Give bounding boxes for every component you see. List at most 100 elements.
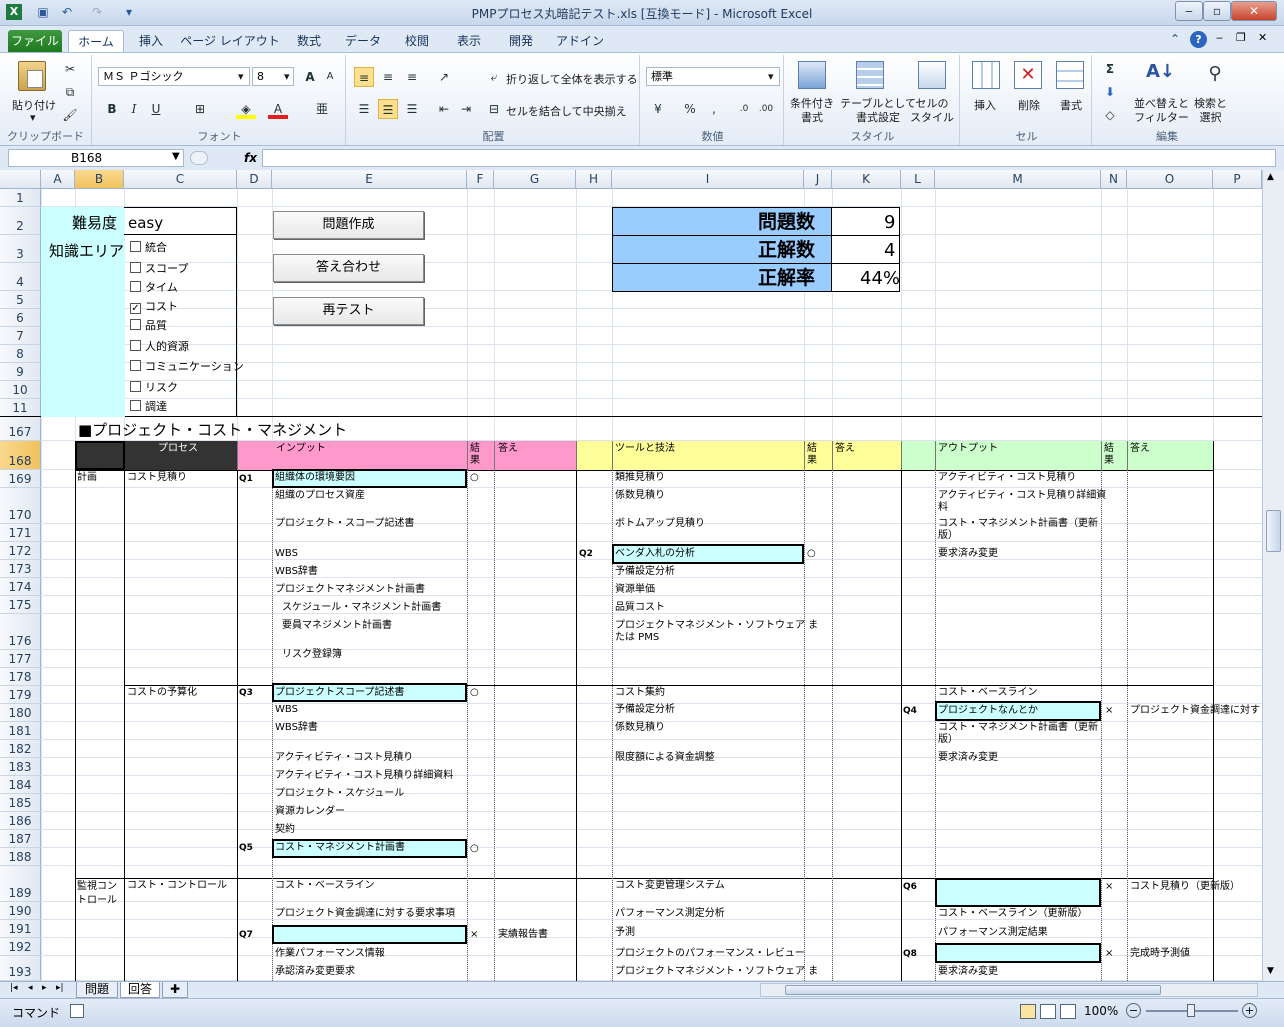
- clear-icon[interactable]: ◇: [1100, 105, 1120, 125]
- insert-function-icon[interactable]: fx: [244, 149, 262, 167]
- formula-input[interactable]: [262, 149, 1276, 167]
- zoom-level[interactable]: 100%: [1084, 1004, 1118, 1018]
- column-header[interactable]: O: [1127, 170, 1213, 189]
- format-cells-icon[interactable]: [1056, 61, 1084, 89]
- column-header[interactable]: K: [832, 170, 901, 189]
- row-header[interactable]: 179: [0, 686, 41, 704]
- number-format-dropdown-icon[interactable]: ▾: [768, 70, 774, 83]
- checkbox-icon[interactable]: [130, 241, 141, 252]
- vertical-scrollbar[interactable]: ▲ ▼: [1262, 170, 1284, 981]
- zoom-out-icon[interactable]: −: [1126, 1003, 1141, 1018]
- row-header[interactable]: 9: [0, 363, 41, 381]
- percent-icon[interactable]: %: [680, 99, 700, 119]
- row-header[interactable]: 168: [0, 441, 41, 470]
- font-name-select[interactable]: ＭＳ Ｐゴシック: [98, 67, 250, 86]
- row-header[interactable]: 180: [0, 704, 41, 722]
- increase-indent-icon[interactable]: ⇥: [456, 99, 476, 119]
- merge-center-button[interactable]: セルを結合して中央揃え: [506, 103, 627, 119]
- answer-box-q7[interactable]: [272, 925, 467, 944]
- format-as-table-icon[interactable]: [856, 61, 884, 89]
- column-header[interactable]: J: [804, 170, 832, 189]
- row-header[interactable]: 10: [0, 381, 41, 399]
- row-header[interactable]: 175: [0, 596, 41, 614]
- area-checkbox-1[interactable]: スコープ: [130, 262, 188, 275]
- check-answer-button[interactable]: 答え合わせ: [273, 254, 424, 282]
- increase-decimal-icon[interactable]: .0: [734, 99, 754, 119]
- row-header[interactable]: 188: [0, 848, 41, 866]
- italic-icon[interactable]: I: [124, 99, 144, 119]
- help-icon[interactable]: ?: [1190, 31, 1207, 48]
- scroll-up-arrow[interactable]: ▲: [1267, 172, 1274, 182]
- decrease-decimal-icon[interactable]: .00: [756, 99, 776, 119]
- column-header[interactable]: B: [75, 170, 124, 189]
- tab-data[interactable]: データ: [338, 30, 388, 52]
- close-button[interactable]: ✕: [1231, 1, 1277, 21]
- scroll-thumb[interactable]: [1266, 510, 1281, 552]
- insert-cells-button[interactable]: 挿入: [974, 97, 996, 113]
- workbook-restore-icon[interactable]: ❐: [1236, 31, 1246, 44]
- fill-icon[interactable]: ⬇: [1100, 82, 1120, 102]
- currency-icon[interactable]: ¥: [648, 99, 668, 119]
- checkbox-icon[interactable]: [130, 262, 141, 273]
- wrap-text-icon[interactable]: ⤶: [484, 67, 504, 87]
- row-header[interactable]: 171: [0, 524, 41, 542]
- row-header[interactable]: 178: [0, 668, 41, 686]
- autosum-icon[interactable]: Σ: [1100, 59, 1120, 79]
- row-header[interactable]: 184: [0, 776, 41, 794]
- row-header[interactable]: 185: [0, 794, 41, 812]
- create-question-button[interactable]: 問題作成: [273, 211, 424, 239]
- fill-color-icon[interactable]: ◈: [236, 99, 256, 119]
- format-cells-button[interactable]: 書式: [1060, 97, 1082, 113]
- font-name-dropdown-icon[interactable]: ▾: [238, 70, 244, 83]
- minimize-button[interactable]: ‒: [1175, 1, 1203, 21]
- minimize-ribbon-icon[interactable]: ⌃: [1170, 32, 1180, 46]
- first-sheet-icon[interactable]: |◂: [10, 983, 18, 993]
- row-header[interactable]: 11: [0, 399, 41, 417]
- tab-formulas[interactable]: 数式: [286, 30, 332, 52]
- area-checkbox-7[interactable]: リスク: [130, 381, 178, 394]
- tab-home[interactable]: ホーム: [68, 30, 124, 52]
- workbook-close-icon[interactable]: ✕: [1258, 31, 1267, 44]
- find-select-icon[interactable]: ⚲: [1202, 63, 1228, 89]
- column-header[interactable]: G: [494, 170, 576, 189]
- align-middle-icon[interactable]: ≡: [378, 67, 398, 87]
- format-as-table-button[interactable]: テーブルとして 書式設定: [840, 97, 916, 125]
- font-color-icon[interactable]: A: [268, 99, 288, 119]
- column-header[interactable]: C: [124, 170, 237, 189]
- align-left-icon[interactable]: ☰: [354, 99, 374, 119]
- column-header[interactable]: F: [467, 170, 494, 189]
- page-break-view-icon[interactable]: [1060, 1004, 1076, 1019]
- paste-icon[interactable]: [18, 61, 46, 91]
- name-box-dropdown-icon[interactable]: ▼: [172, 151, 180, 162]
- column-header[interactable]: M: [935, 170, 1101, 189]
- area-checkbox-0[interactable]: 統合: [130, 241, 167, 254]
- row-header[interactable]: 172: [0, 542, 41, 560]
- row-header[interactable]: 176: [0, 614, 41, 650]
- sheet-tab-kaitou[interactable]: 回答: [120, 982, 160, 998]
- font-size-dropdown-icon[interactable]: ▾: [284, 70, 290, 83]
- row-header[interactable]: 173: [0, 560, 41, 578]
- row-header[interactable]: 182: [0, 740, 41, 758]
- row-header[interactable]: 193: [0, 956, 41, 981]
- worksheet-grid[interactable]: ABCDEFGHIJKLMNOP 1 2 3 4 5 6 7 8 9 10 11 167 168 169 1…: [0, 170, 1262, 981]
- column-header[interactable]: P: [1213, 170, 1262, 189]
- paste-dropdown-icon[interactable]: ▾: [30, 111, 36, 124]
- row-header[interactable]: 192: [0, 938, 41, 956]
- zoom-in-icon[interactable]: +: [1242, 1003, 1257, 1018]
- scroll-down-arrow[interactable]: ▼: [1267, 966, 1274, 976]
- row-header[interactable]: 6: [0, 309, 41, 327]
- insert-cells-icon[interactable]: [972, 61, 1000, 89]
- cut-icon[interactable]: ✂: [60, 59, 80, 79]
- tab-file[interactable]: ファイル: [8, 30, 62, 52]
- shrink-font-icon[interactable]: A: [320, 67, 340, 87]
- align-center-icon[interactable]: ☰: [378, 99, 398, 119]
- orientation-icon[interactable]: ↗: [434, 67, 454, 87]
- normal-view-icon[interactable]: [1020, 1004, 1036, 1019]
- row-header[interactable]: 190: [0, 902, 41, 920]
- macro-record-icon[interactable]: [70, 1004, 84, 1018]
- column-header[interactable]: D: [237, 170, 272, 189]
- decrease-indent-icon[interactable]: ⇤: [434, 99, 454, 119]
- zoom-slider[interactable]: [1146, 1004, 1238, 1017]
- row-header[interactable]: 169: [0, 470, 41, 488]
- tab-insert[interactable]: 挿入: [128, 30, 174, 52]
